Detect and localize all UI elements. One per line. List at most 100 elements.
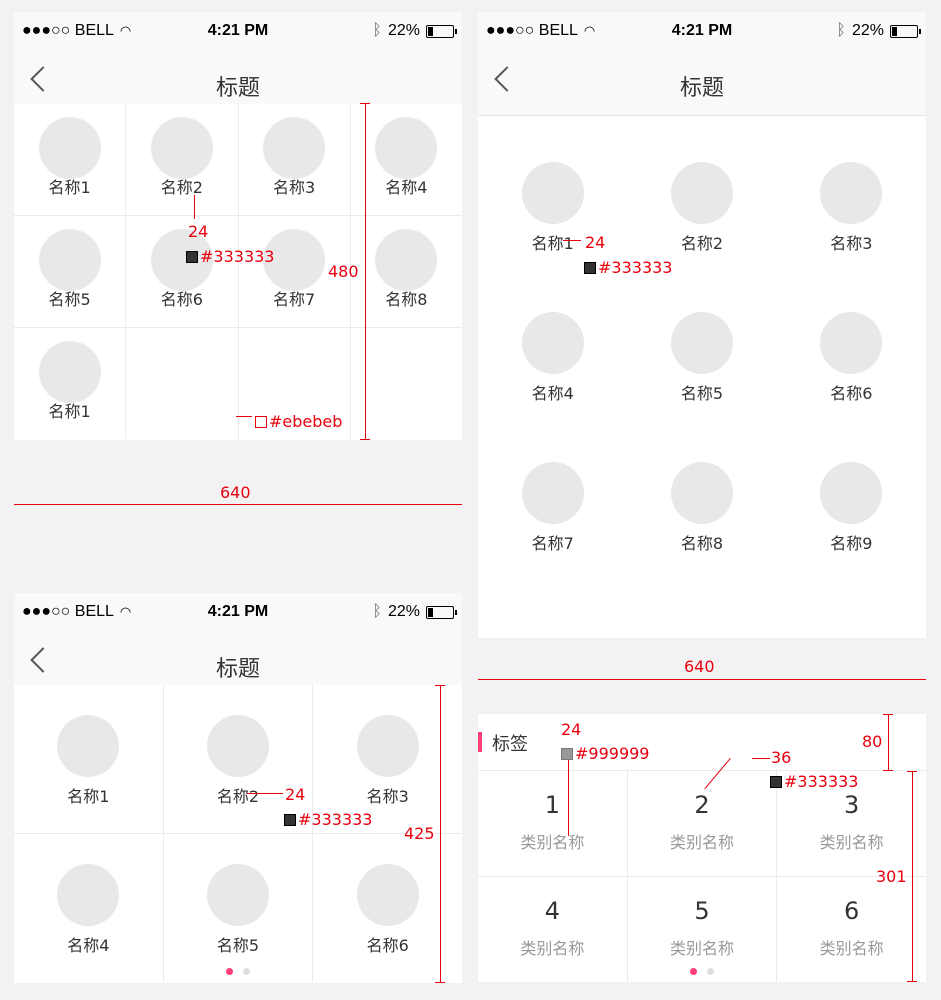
grid-item[interactable]: 名称3 xyxy=(776,162,926,312)
annotation-font-size: 24 xyxy=(585,233,606,252)
item-icon xyxy=(521,312,584,374)
battery-percent: 22% xyxy=(387,603,420,620)
category-name: 类别名称 xyxy=(520,939,585,958)
icon-grid: 名称1 名称2 名称3 名称4 名称5 名称6 xyxy=(14,685,462,982)
grid-item[interactable]: 名称5 xyxy=(163,834,313,982)
category-item[interactable]: 2 类别名称 xyxy=(627,771,777,876)
bluetooth-icon: ᛒ xyxy=(836,22,846,39)
category-name: 类别名称 xyxy=(669,939,734,958)
item-icon xyxy=(356,864,419,926)
item-icon xyxy=(820,312,883,374)
annotation-color-gray: #999999 xyxy=(561,744,649,763)
grid-item[interactable]: 名称1 xyxy=(14,104,126,215)
item-label: 名称8 xyxy=(385,290,428,309)
item-icon xyxy=(38,229,101,291)
item-icon xyxy=(356,715,419,777)
grid-item[interactable]: 名称8 xyxy=(350,216,462,327)
grid-item[interactable]: 名称4 xyxy=(350,104,462,215)
category-number: 2 xyxy=(694,791,710,819)
category-name: 类别名称 xyxy=(669,833,734,852)
grid-item[interactable]: 名称9 xyxy=(776,462,926,612)
annotation-font-size-large: 36 xyxy=(771,748,792,767)
annotation-width: 640 xyxy=(220,483,251,502)
item-label: 名称5 xyxy=(216,936,260,955)
grid-item[interactable]: 名称2 xyxy=(627,162,777,312)
item-label: 名称9 xyxy=(830,534,873,553)
grid-item[interactable]: 名称5 xyxy=(627,312,777,462)
battery-icon xyxy=(426,24,457,38)
page-title: 标题 xyxy=(215,76,260,101)
grid-item[interactable]: 名称7 xyxy=(478,462,628,612)
annotation-font-size: 24 xyxy=(188,222,209,241)
grid-item[interactable]: 名称1 xyxy=(14,685,163,833)
grid-item[interactable]: 名称4 xyxy=(478,312,628,462)
icon-grid: 名称1 名称2 名称3 名称4 名称5 名称6 名称7 名称8 名称9 xyxy=(478,162,926,612)
page-dot-active[interactable] xyxy=(690,968,697,975)
item-label: 名称2 xyxy=(160,178,203,197)
page-dot[interactable] xyxy=(707,968,714,975)
category-item[interactable]: 4 类别名称 xyxy=(478,877,627,982)
status-bar: ●●●○○ BELL ◠ 4:21 PM ᛒ 22% xyxy=(14,12,462,52)
item-icon xyxy=(206,864,269,926)
annotation-font-size: 24 xyxy=(285,785,306,804)
item-icon xyxy=(375,117,438,179)
item-label: 名称7 xyxy=(531,534,574,553)
grid-empty-cell xyxy=(350,328,462,439)
battery-percent: 22% xyxy=(851,22,884,39)
item-label: 名称7 xyxy=(273,290,316,309)
category-number: 3 xyxy=(844,791,860,819)
icon-grid: 名称1 名称2 名称3 名称4 名称5 名称6 名称7 名称8 名称1 xyxy=(14,104,462,439)
item-icon xyxy=(670,462,733,524)
annotation-color-dark: #333333 xyxy=(770,772,858,791)
accent-bar xyxy=(478,732,482,752)
category-name: 类别名称 xyxy=(520,833,585,852)
nav-bar: 标题 xyxy=(478,52,926,116)
grid-item[interactable]: 名称6 xyxy=(776,312,926,462)
item-label: 名称8 xyxy=(680,534,724,553)
annotation-height: 480 xyxy=(328,262,359,281)
annotation-width: 640 xyxy=(684,657,715,676)
section-header: 标签 xyxy=(478,714,926,771)
item-label: 名称6 xyxy=(160,290,203,309)
item-icon xyxy=(670,162,733,224)
item-icon xyxy=(206,715,269,777)
battery-percent: 22% xyxy=(387,22,420,39)
grid-item[interactable]: 名称4 xyxy=(14,834,163,982)
item-label: 名称5 xyxy=(680,384,724,403)
item-icon xyxy=(521,462,584,524)
annotation-font-size-small: 24 xyxy=(561,720,582,739)
grid-item[interactable]: 名称1 xyxy=(14,328,126,439)
grid-item[interactable]: 名称3 xyxy=(238,104,350,215)
grid-item[interactable]: 名称5 xyxy=(14,216,126,327)
battery-icon xyxy=(890,24,921,38)
grid-item[interactable]: 名称6 xyxy=(126,216,238,327)
grid-empty-cell xyxy=(126,328,238,439)
item-icon xyxy=(820,162,883,224)
item-label: 名称4 xyxy=(531,384,574,403)
annotation-border-color: #ebebeb xyxy=(255,412,342,431)
item-icon xyxy=(820,462,883,524)
screen-grid-3col: ●●●○○ BELL ◠ 4:21 PM ᛒ 22% 标题 名称1 名称2 名称3 名称4… xyxy=(478,12,926,638)
page-dot-active[interactable] xyxy=(226,968,233,975)
item-label: 名称4 xyxy=(385,178,428,197)
item-icon xyxy=(57,864,120,926)
item-icon xyxy=(670,312,733,374)
item-icon xyxy=(38,117,101,179)
grid-item[interactable]: 名称8 xyxy=(627,462,777,612)
page-dot[interactable] xyxy=(243,968,250,975)
category-item[interactable]: 6 类别名称 xyxy=(777,877,926,982)
item-icon xyxy=(57,715,120,777)
grid-item[interactable]: 名称2 xyxy=(126,104,238,215)
page-indicator xyxy=(14,968,462,976)
category-number: 6 xyxy=(844,897,860,925)
page-indicator xyxy=(478,968,926,976)
category-item[interactable]: 5 类别名称 xyxy=(627,877,777,982)
item-icon xyxy=(375,229,438,291)
item-icon xyxy=(150,117,213,179)
item-label: 名称6 xyxy=(830,384,873,403)
bluetooth-icon: ᛒ xyxy=(372,603,382,620)
annotation-tag-height: 80 xyxy=(862,732,883,751)
category-grid: 1 类别名称 2 类别名称 3 类别名称 4 类别名称 5 类别名称 6 类别名称 xyxy=(478,771,926,982)
item-label: 名称2 xyxy=(680,234,724,253)
category-item[interactable]: 1 类别名称 xyxy=(478,771,627,876)
